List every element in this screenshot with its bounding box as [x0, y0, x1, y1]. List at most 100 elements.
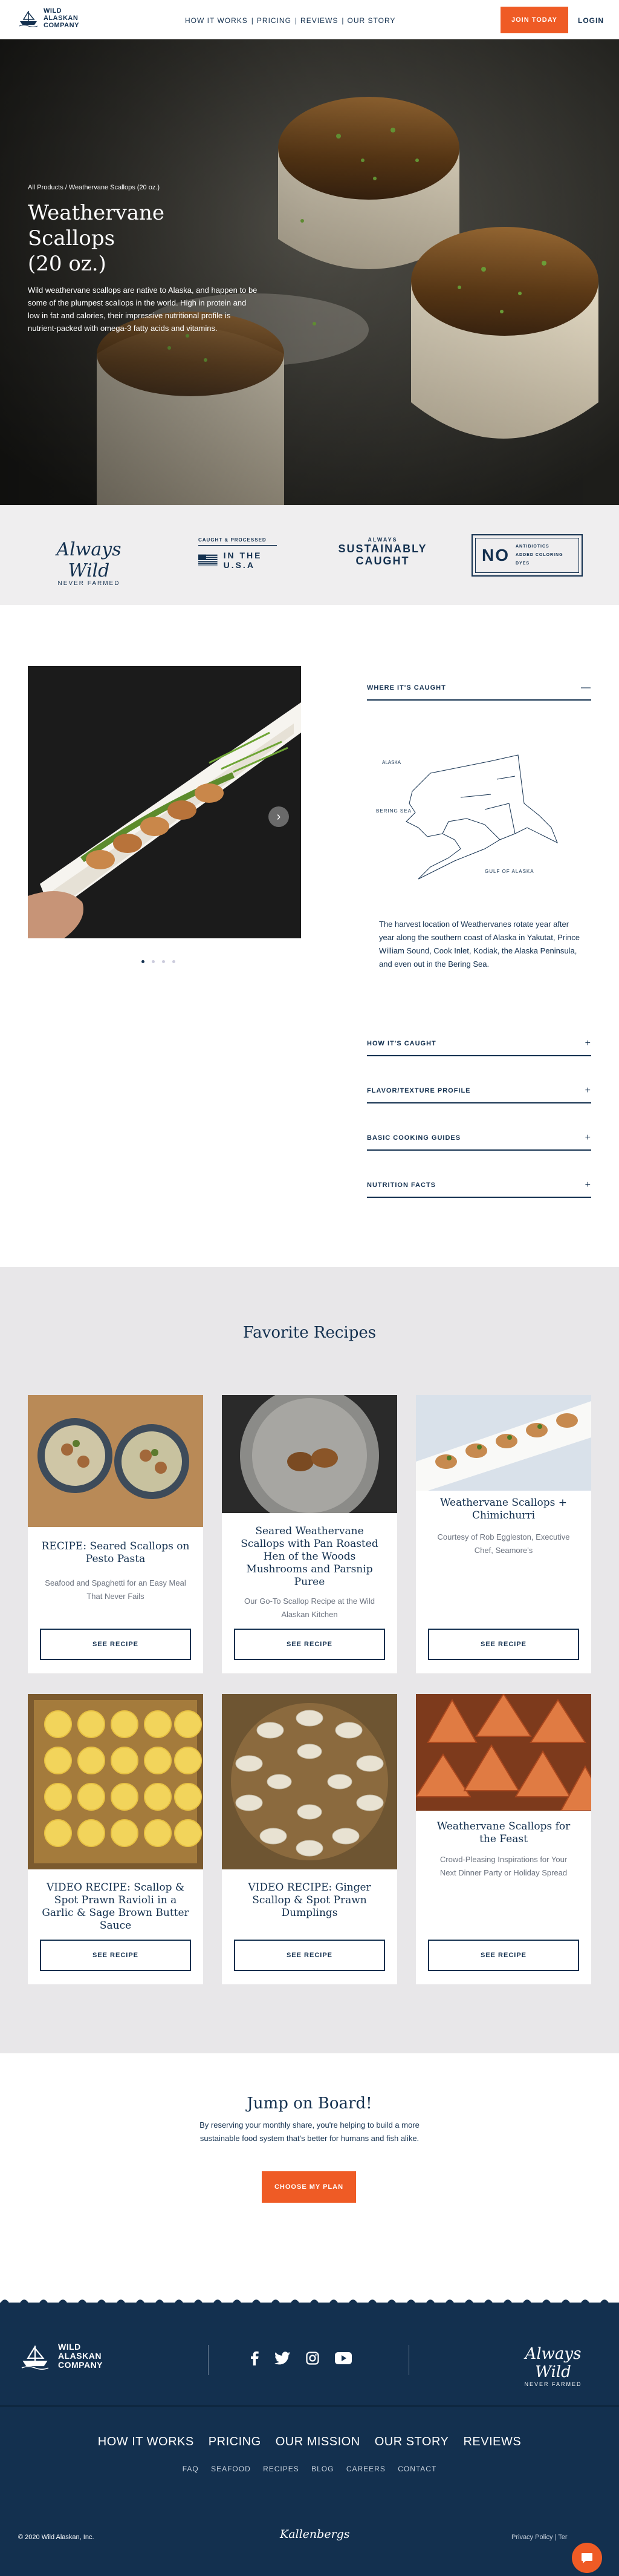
- footer-logo-word-2: ALASKAN: [58, 2351, 102, 2361]
- choose-my-plan-button[interactable]: CHOOSE MY PLAN: [262, 2171, 356, 2203]
- recipe-image[interactable]: [416, 1694, 591, 1811]
- footer-sub-links: FAQ SEAFOOD RECIPES BLOG CAREERS CONTACT: [0, 2465, 619, 2473]
- map-label-alaska: ALASKA: [382, 760, 401, 765]
- chat-icon: [582, 2553, 592, 2563]
- legal-links[interactable]: Privacy Policy | Ter: [511, 2534, 568, 2541]
- recipe-card[interactable]: RECIPE: Seared Scallops on Pesto Pasta S…: [28, 1395, 203, 1673]
- nav-pricing[interactable]: PRICING: [257, 16, 291, 25]
- accordion-title: HOW IT'S CAUGHT: [367, 1040, 436, 1047]
- image-carousel[interactable]: ›: [28, 666, 301, 938]
- kallenbergs-logo[interactable]: Kallenbergs: [280, 2528, 350, 2541]
- youtube-icon[interactable]: [335, 2352, 352, 2364]
- recipe-image[interactable]: [416, 1395, 591, 1491]
- carousel-dots: [141, 960, 175, 963]
- see-recipe-button[interactable]: SEE RECIPE: [428, 1940, 579, 1971]
- plus-icon: +: [585, 1085, 591, 1096]
- footer-never-farmed-text: NEVER FARMED: [524, 2381, 582, 2387]
- recipe-title[interactable]: Weathervane Scallops + Chimichurri: [416, 1497, 591, 1522]
- carousel-dot-2[interactable]: [152, 960, 155, 963]
- footer-logo-word-3: COMPANY: [58, 2360, 103, 2370]
- pesto-pasta-image: [28, 1395, 203, 1527]
- see-recipe-button[interactable]: SEE RECIPE: [40, 1940, 191, 1971]
- favorite-recipes-section: Favorite Recipes RECIPE: Seared Scallops…: [0, 1267, 619, 2053]
- footer-link-our-story[interactable]: OUR STORY: [375, 2435, 449, 2448]
- site-footer: WILD ALASKAN COMPANY Always Wild NEVER F…: [0, 2300, 619, 2576]
- us-flag-icon: [198, 554, 218, 566]
- social-links: [250, 2351, 352, 2365]
- chat-button[interactable]: [572, 2543, 602, 2573]
- footer-link-contact[interactable]: CONTACT: [398, 2465, 436, 2473]
- footer-logo-word-1: WILD: [58, 2342, 81, 2352]
- nav-how-it-works[interactable]: HOW IT WORKS: [185, 16, 248, 25]
- logo-word-2: ALASKAN: [44, 15, 79, 22]
- title-line-2: (20 oz.): [28, 252, 106, 276]
- pan-seared-scallops-image: [222, 1395, 397, 1513]
- nav-our-story[interactable]: OUR STORY: [348, 16, 396, 25]
- accordion-cooking-guides[interactable]: BASIC COOKING GUIDES +: [367, 1126, 591, 1151]
- recipe-card[interactable]: Seared Weathervane Scallops with Pan Roa…: [222, 1395, 397, 1673]
- nav-reviews[interactable]: REVIEWS: [300, 16, 338, 25]
- recipe-title[interactable]: RECIPE: Seared Scallops on Pesto Pasta: [28, 1540, 203, 1566]
- breadcrumb[interactable]: All Products / Weathervane Scallops (20 …: [28, 184, 258, 191]
- recipe-title[interactable]: Seared Weathervane Scallops with Pan Roa…: [222, 1525, 397, 1589]
- recipe-subtitle: Seafood and Spaghetti for an Easy Meal T…: [45, 1578, 186, 1601]
- recipe-card[interactable]: VIDEO RECIPE: Ginger Scallop & Spot Praw…: [222, 1694, 397, 1984]
- recipe-subtitle: Crowd-Pleasing Inspirations for Your Nex…: [439, 1855, 568, 1877]
- usa-badge: CAUGHT & PROCESSED IN THE U.S.A: [198, 537, 277, 570]
- footer-link-reviews[interactable]: REVIEWS: [463, 2435, 521, 2448]
- carousel-dot-4[interactable]: [172, 960, 175, 963]
- footer-link-how-it-works[interactable]: HOW IT WORKS: [98, 2435, 194, 2448]
- footer-link-seafood[interactable]: SEAFOOD: [211, 2465, 251, 2473]
- collapse-icon[interactable]: —: [581, 682, 591, 693]
- recipe-image[interactable]: [222, 1395, 397, 1513]
- see-recipe-button[interactable]: SEE RECIPE: [428, 1629, 579, 1660]
- site-logo[interactable]: WILD ALASKAN COMPANY: [18, 7, 79, 29]
- recipe-image[interactable]: [222, 1694, 397, 1869]
- footer-link-careers[interactable]: CAREERS: [346, 2465, 386, 2473]
- carousel-next-button[interactable]: ›: [268, 806, 289, 827]
- sustainably-caught-badge: ALWAYS SUSTAINABLY CAUGHT: [325, 537, 440, 567]
- see-recipe-button[interactable]: SEE RECIPE: [234, 1940, 385, 1971]
- recipe-card[interactable]: Weathervane Scallops for the Feast Crowd…: [416, 1694, 591, 1984]
- recipe-title[interactable]: VIDEO RECIPE: Scallop & Spot Prawn Ravio…: [28, 1881, 203, 1932]
- accordion-title: BASIC COOKING GUIDES: [367, 1134, 461, 1142]
- sustainably-text: SUSTAINABLY: [338, 543, 427, 555]
- scallop-shells-image: [416, 1694, 591, 1811]
- scallops-chimichurri-image: [416, 1395, 591, 1491]
- join-today-button[interactable]: JOIN TODAY: [501, 7, 568, 33]
- footer-link-our-mission[interactable]: OUR MISSION: [276, 2435, 360, 2448]
- alaska-map-image: ALASKA BERING SEA GULF OF ALASKA: [376, 754, 558, 880]
- recipe-image[interactable]: [28, 1395, 203, 1527]
- instagram-icon[interactable]: [306, 2352, 319, 2365]
- accordion-title: WHERE IT'S CAUGHT: [367, 684, 446, 691]
- footer-link-recipes[interactable]: RECIPES: [263, 2465, 299, 2473]
- footer-link-blog[interactable]: BLOG: [311, 2465, 334, 2473]
- see-recipe-button[interactable]: SEE RECIPE: [234, 1629, 385, 1660]
- carousel-dot-3[interactable]: [162, 960, 165, 963]
- facebook-icon[interactable]: [250, 2351, 259, 2365]
- copyright: © 2020 Wild Alaskan, Inc.: [18, 2534, 94, 2541]
- recipe-card[interactable]: VIDEO RECIPE: Scallop & Spot Prawn Ravio…: [28, 1694, 203, 1984]
- no-antibiotics-badge: NO ANTIBIOTICS ADDED COLORING DYES: [472, 534, 583, 577]
- ravioli-image: [28, 1694, 203, 1869]
- login-link[interactable]: LOGIN: [578, 16, 604, 25]
- twitter-icon[interactable]: [274, 2352, 290, 2365]
- recipe-title[interactable]: VIDEO RECIPE: Ginger Scallop & Spot Praw…: [222, 1881, 397, 1920]
- accordion-flavor-texture[interactable]: FLAVOR/TEXTURE PROFILE +: [367, 1079, 591, 1103]
- where-caught-text: The harvest location of Weathervanes rot…: [379, 920, 580, 969]
- accordion-nutrition-facts[interactable]: NUTRITION FACTS +: [367, 1174, 591, 1198]
- footer-link-faq[interactable]: FAQ: [183, 2465, 199, 2473]
- footer-logo[interactable]: WILD ALASKAN COMPANY: [18, 2342, 103, 2370]
- footer-link-pricing[interactable]: PRICING: [209, 2435, 261, 2448]
- jump-heading: Jump on Board!: [247, 2094, 372, 2113]
- plus-icon: +: [585, 1038, 591, 1048]
- recipe-card[interactable]: Weathervane Scallops + Chimichurri Court…: [416, 1395, 591, 1673]
- accordion-how-caught[interactable]: HOW IT'S CAUGHT +: [367, 1032, 591, 1056]
- carousel-dot-1[interactable]: [141, 960, 144, 963]
- recipe-image[interactable]: [28, 1694, 203, 1869]
- footer-wave-edge: [0, 2300, 619, 2304]
- recipe-title[interactable]: Weathervane Scallops for the Feast: [416, 1820, 591, 1846]
- see-recipe-button[interactable]: SEE RECIPE: [40, 1629, 191, 1660]
- recipe-subtitle: Courtesy of Rob Eggleston, Executive Che…: [437, 1532, 570, 1555]
- accordion-where-caught[interactable]: WHERE IT'S CAUGHT —: [367, 676, 591, 701]
